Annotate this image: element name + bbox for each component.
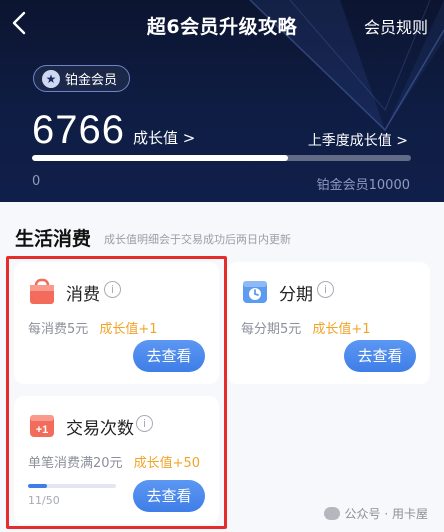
growth-value-link[interactable]: 成长值 >: [133, 127, 195, 148]
wechat-icon: [323, 507, 340, 520]
card-title: 交易次数: [66, 419, 134, 439]
last-season-growth-link[interactable]: 上季度成长值 >: [308, 130, 408, 150]
growth-progress-fill: [32, 155, 289, 161]
info-icon[interactable]: i: [104, 281, 121, 298]
card-rule: 单笔消费满20元 成长值+50: [28, 452, 200, 471]
info-icon[interactable]: i: [317, 281, 334, 298]
card-consumption: 消费 i 每消费5元 成长值+1 去查看: [14, 262, 219, 384]
member-header: 超6会员升级攻略 会员规则 ★ 铂金会员 6766 成长值 > 上季度成长值 >…: [0, 0, 444, 202]
member-rules-link[interactable]: 会员规则: [364, 14, 428, 38]
plus-one-icon: +1: [28, 411, 56, 439]
transaction-progress-fill: [28, 484, 48, 488]
progress-range-end: 铂金会员10000: [316, 178, 410, 193]
info-icon[interactable]: i: [136, 415, 153, 432]
rule-reward: 成长值+1: [99, 322, 158, 337]
watermark-text: 公众号 · 用卡屋: [344, 507, 428, 521]
membership-badge: ★ 铂金会员: [33, 65, 131, 92]
card-rule: 每消费5元 成长值+1: [28, 318, 158, 337]
section-title: 生活消费: [15, 228, 92, 250]
rule-reward: 成长值+1: [312, 322, 371, 337]
rule-text: 每消费5元: [28, 322, 89, 337]
membership-badge-label: 铂金会员: [65, 73, 118, 88]
growth-progress-bar: [32, 155, 411, 161]
transaction-progress-bar: [28, 484, 116, 488]
transaction-progress-count: 11/50: [28, 494, 60, 507]
card-transaction-count: +1 交易次数 i 单笔消费满20元 成长值+50 11/50 去查看: [14, 396, 219, 524]
card-title: 分期: [279, 285, 313, 305]
shopping-bag-icon: [28, 278, 56, 306]
rule-reward: 成长值+50: [133, 456, 201, 471]
growth-value: 6766: [32, 108, 125, 152]
svg-text:+1: +1: [36, 424, 49, 436]
view-button[interactable]: 去查看: [344, 340, 416, 372]
rule-text: 每分期5元: [241, 322, 302, 337]
view-button[interactable]: 去查看: [133, 340, 205, 372]
view-button[interactable]: 去查看: [133, 480, 205, 512]
card-title: 消费: [66, 285, 100, 305]
star-icon: ★: [42, 69, 60, 88]
clock-calendar-icon: [241, 278, 269, 306]
progress-range-start: 0: [32, 174, 41, 189]
watermark: 公众号 · 用卡屋: [323, 505, 428, 522]
card-rule: 每分期5元 成长值+1: [241, 318, 371, 337]
section-note: 成长值明细会于交易成功后两日内更新: [104, 233, 291, 246]
rule-text: 单笔消费满20元: [28, 456, 123, 471]
card-installment: 分期 i 每分期5元 成长值+1 去查看: [227, 262, 430, 384]
